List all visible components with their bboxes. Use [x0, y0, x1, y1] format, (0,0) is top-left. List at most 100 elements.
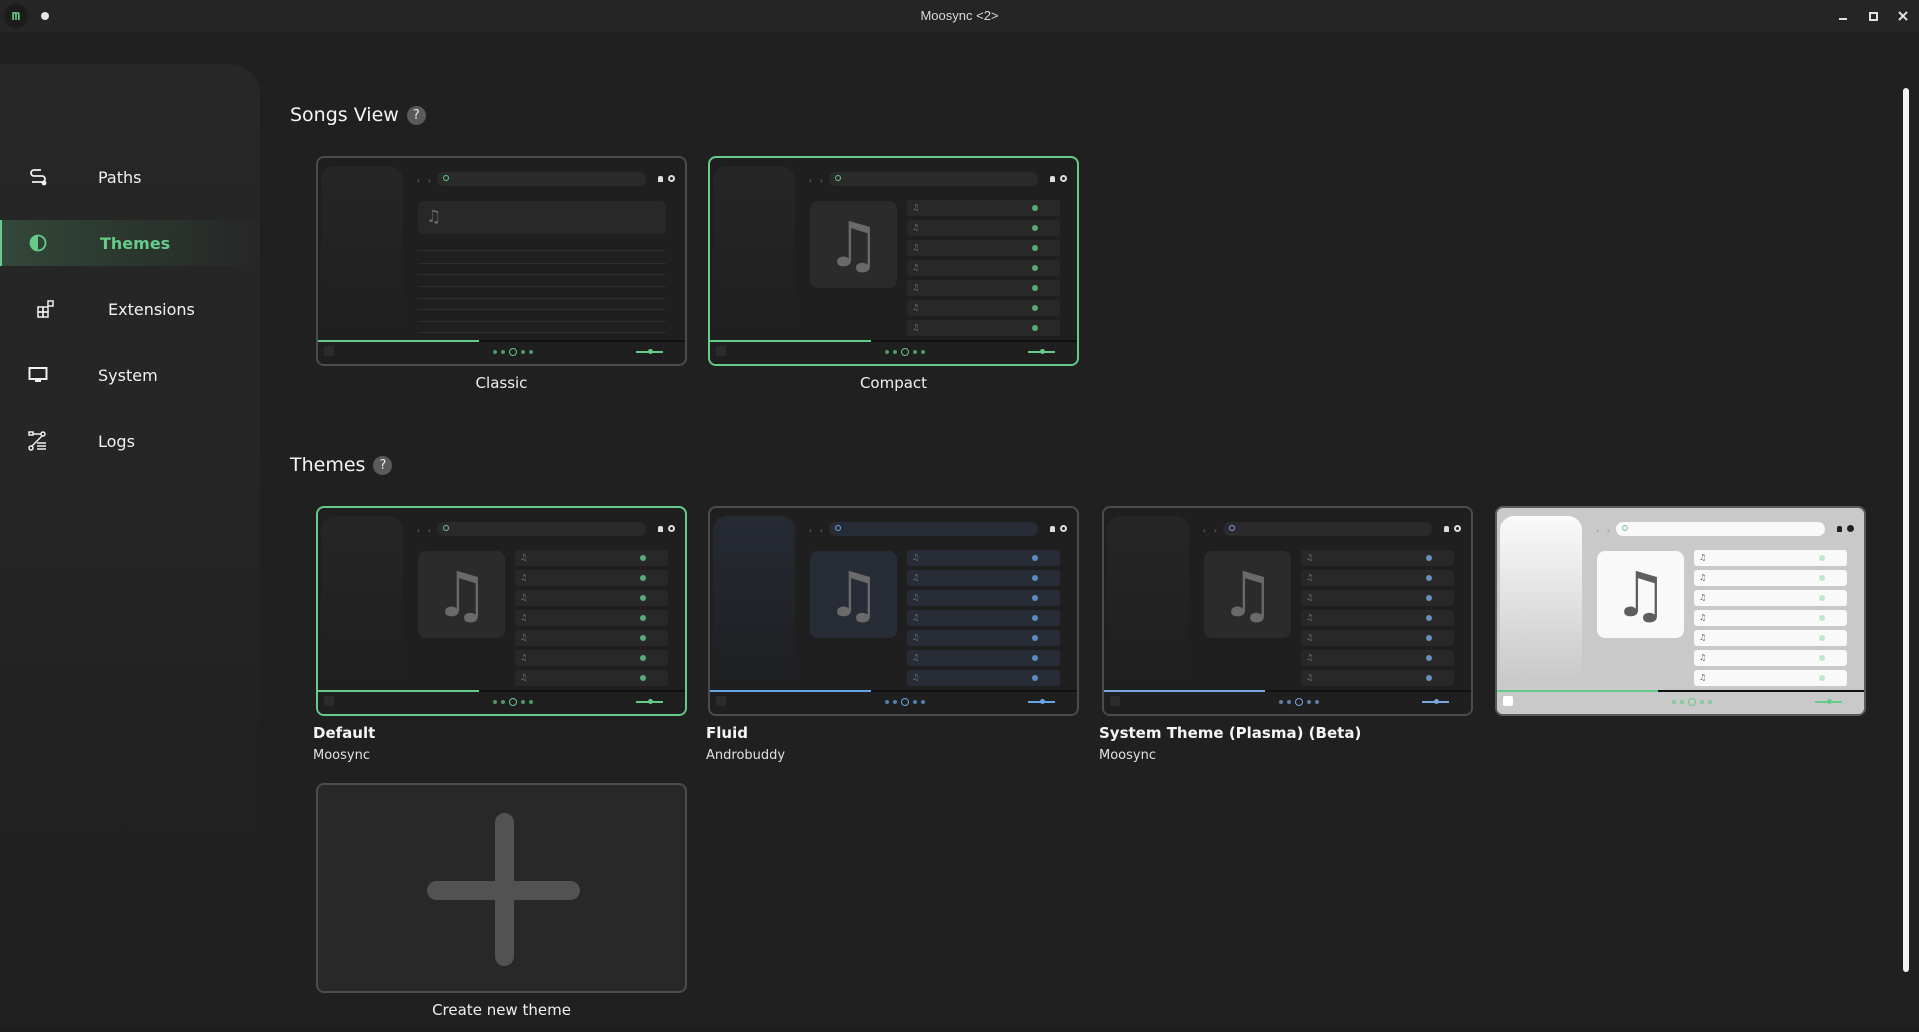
- preview-song-row: ♫: [907, 260, 1060, 276]
- preview-player-bar: [1104, 692, 1471, 714]
- preview-song-row: ♫: [515, 570, 668, 586]
- preview-search-bar: [437, 172, 646, 186]
- sidebar-item-extensions[interactable]: Extensions: [0, 286, 260, 332]
- preview-sidebar: [1500, 516, 1582, 681]
- preview-row-line: [418, 286, 666, 287]
- preview-volume: [1028, 349, 1055, 354]
- preview-sidebar: [713, 516, 795, 681]
- music-note-icon: ♫: [1699, 613, 1707, 622]
- add-to-queue-icon: [1032, 245, 1038, 251]
- user-icon: [1050, 176, 1055, 182]
- theme-author: Moosync: [1099, 748, 1156, 763]
- preview-nav-arrows: ‹ ›: [417, 177, 434, 185]
- sidebar-item-label: Logs: [98, 431, 135, 451]
- preview-song-row: ♫: [1301, 570, 1454, 586]
- logs-icon: [27, 430, 49, 452]
- music-note-icon: ♫: [520, 553, 528, 562]
- theme-card-default[interactable]: ‹ › ♫ ♫ ♫ ♫ ♫ ♫ ♫ ♫: [316, 506, 687, 716]
- preview-song-list: ♫ ♫ ♫ ♫ ♫ ♫ ♫: [1301, 550, 1454, 690]
- minimize-icon: [1839, 18, 1847, 20]
- music-note-icon: ♫: [1219, 557, 1276, 631]
- add-to-queue-icon: [1032, 325, 1038, 331]
- add-to-queue-icon: [1032, 225, 1038, 231]
- maximize-button[interactable]: [1863, 6, 1883, 26]
- add-to-queue-icon: [1819, 655, 1825, 661]
- add-to-queue-icon: [1426, 615, 1432, 621]
- songs-view-compact-card[interactable]: ‹ › ♫ ♫ ♫ ♫ ♫ ♫ ♫ ♫: [708, 156, 1079, 366]
- add-to-queue-icon: [1426, 655, 1432, 661]
- theme-card-system-plasma[interactable]: ‹ › ♫ ♫ ♫ ♫ ♫ ♫ ♫ ♫: [1102, 506, 1473, 716]
- user-icon: [1050, 526, 1055, 532]
- preview-controls: [1279, 698, 1329, 706]
- preview-album-art: ♫: [810, 201, 897, 288]
- help-icon[interactable]: ?: [373, 455, 393, 475]
- add-to-queue-icon: [1426, 635, 1432, 641]
- add-to-queue-icon: [1032, 305, 1038, 311]
- theme-card-fluid[interactable]: ‹ › ♫ ♫ ♫ ♫ ♫ ♫ ♫ ♫: [708, 506, 1079, 716]
- preview-song-row: ♫: [907, 280, 1060, 296]
- preview-song-row: ♫: [907, 590, 1060, 606]
- preview-song-row: ♫: [1301, 650, 1454, 666]
- add-to-queue-icon: [640, 575, 646, 581]
- gear-icon: [1454, 525, 1461, 532]
- music-note-icon: ♫: [1306, 573, 1314, 582]
- preview-album-art: ♫: [1204, 551, 1291, 638]
- sidebar-item-system[interactable]: System: [0, 352, 260, 398]
- preview-thumb: [324, 346, 334, 356]
- content-scrollbar[interactable]: [1903, 88, 1909, 972]
- preview-song-row: ♫: [907, 630, 1060, 646]
- preview-controls: [493, 698, 543, 706]
- search-icon: [443, 525, 449, 531]
- monitor-icon: [27, 364, 49, 386]
- sidebar-item-paths[interactable]: Paths: [0, 154, 260, 200]
- preview-search-bar: [829, 172, 1038, 186]
- theme-card-light[interactable]: ‹ › ♫ ♫ ♫ ♫ ♫ ♫ ♫ ♫: [1495, 506, 1866, 716]
- music-note-icon: ♫: [1699, 673, 1707, 682]
- preview-controls: [885, 348, 935, 356]
- sidebar-item-label: Paths: [98, 167, 142, 187]
- gear-icon: [668, 175, 675, 182]
- sidebar-item-logs[interactable]: Logs: [0, 418, 260, 464]
- music-note-icon: ♫: [1699, 573, 1707, 582]
- preview-controls: [493, 348, 543, 356]
- plus-icon-bar: [427, 881, 580, 900]
- preview-song-row: ♫: [1301, 610, 1454, 626]
- music-note-icon: ♫: [520, 573, 528, 582]
- preview-song-row: ♫: [1694, 590, 1847, 606]
- help-icon[interactable]: ?: [406, 105, 426, 125]
- music-note-icon: ♫: [912, 263, 920, 272]
- music-note-icon: ♫: [825, 557, 882, 631]
- preview-nav-arrows: ‹ ›: [1203, 527, 1220, 535]
- create-theme-button[interactable]: [316, 783, 687, 993]
- preview-song-row: ♫: [907, 240, 1060, 256]
- search-icon: [1229, 525, 1235, 531]
- preview-song-row: ♫: [1694, 570, 1847, 586]
- music-note-icon: ♫: [912, 613, 920, 622]
- extensions-icon: [35, 298, 57, 320]
- preview-song-row: ♫: [907, 570, 1060, 586]
- minimize-button[interactable]: [1833, 6, 1853, 26]
- music-note-icon: ♫: [433, 557, 490, 631]
- preview-nav-arrows: ‹ ›: [809, 527, 826, 535]
- songs-view-classic-card[interactable]: ‹ › ♫: [316, 156, 687, 366]
- preview-song-row: ♫: [515, 630, 668, 646]
- preview-nav-arrows: ‹ ›: [1596, 527, 1613, 535]
- user-icon: [1444, 526, 1449, 532]
- add-to-queue-icon: [1819, 615, 1825, 621]
- add-to-queue-icon: [1032, 655, 1038, 661]
- theme-name: Default: [313, 724, 376, 742]
- sidebar-item-themes[interactable]: Themes: [0, 220, 260, 266]
- music-note-icon: ♫: [912, 593, 920, 602]
- settings-sidebar: Paths Themes Extensions System Logs: [0, 64, 260, 1032]
- gear-icon: [668, 525, 675, 532]
- theme-name: System Theme (Plasma) (Beta): [1099, 724, 1362, 742]
- preview-row-line: [418, 263, 666, 264]
- music-note-icon: ♫: [912, 653, 920, 662]
- music-note-icon: ♫: [912, 553, 920, 562]
- preview-song-row: ♫: [1301, 550, 1454, 566]
- preview-player-bar: [710, 692, 1077, 714]
- add-to-queue-icon: [640, 555, 646, 561]
- close-button[interactable]: [1893, 6, 1913, 26]
- search-icon: [835, 175, 841, 181]
- music-note-icon: ♫: [1306, 673, 1314, 682]
